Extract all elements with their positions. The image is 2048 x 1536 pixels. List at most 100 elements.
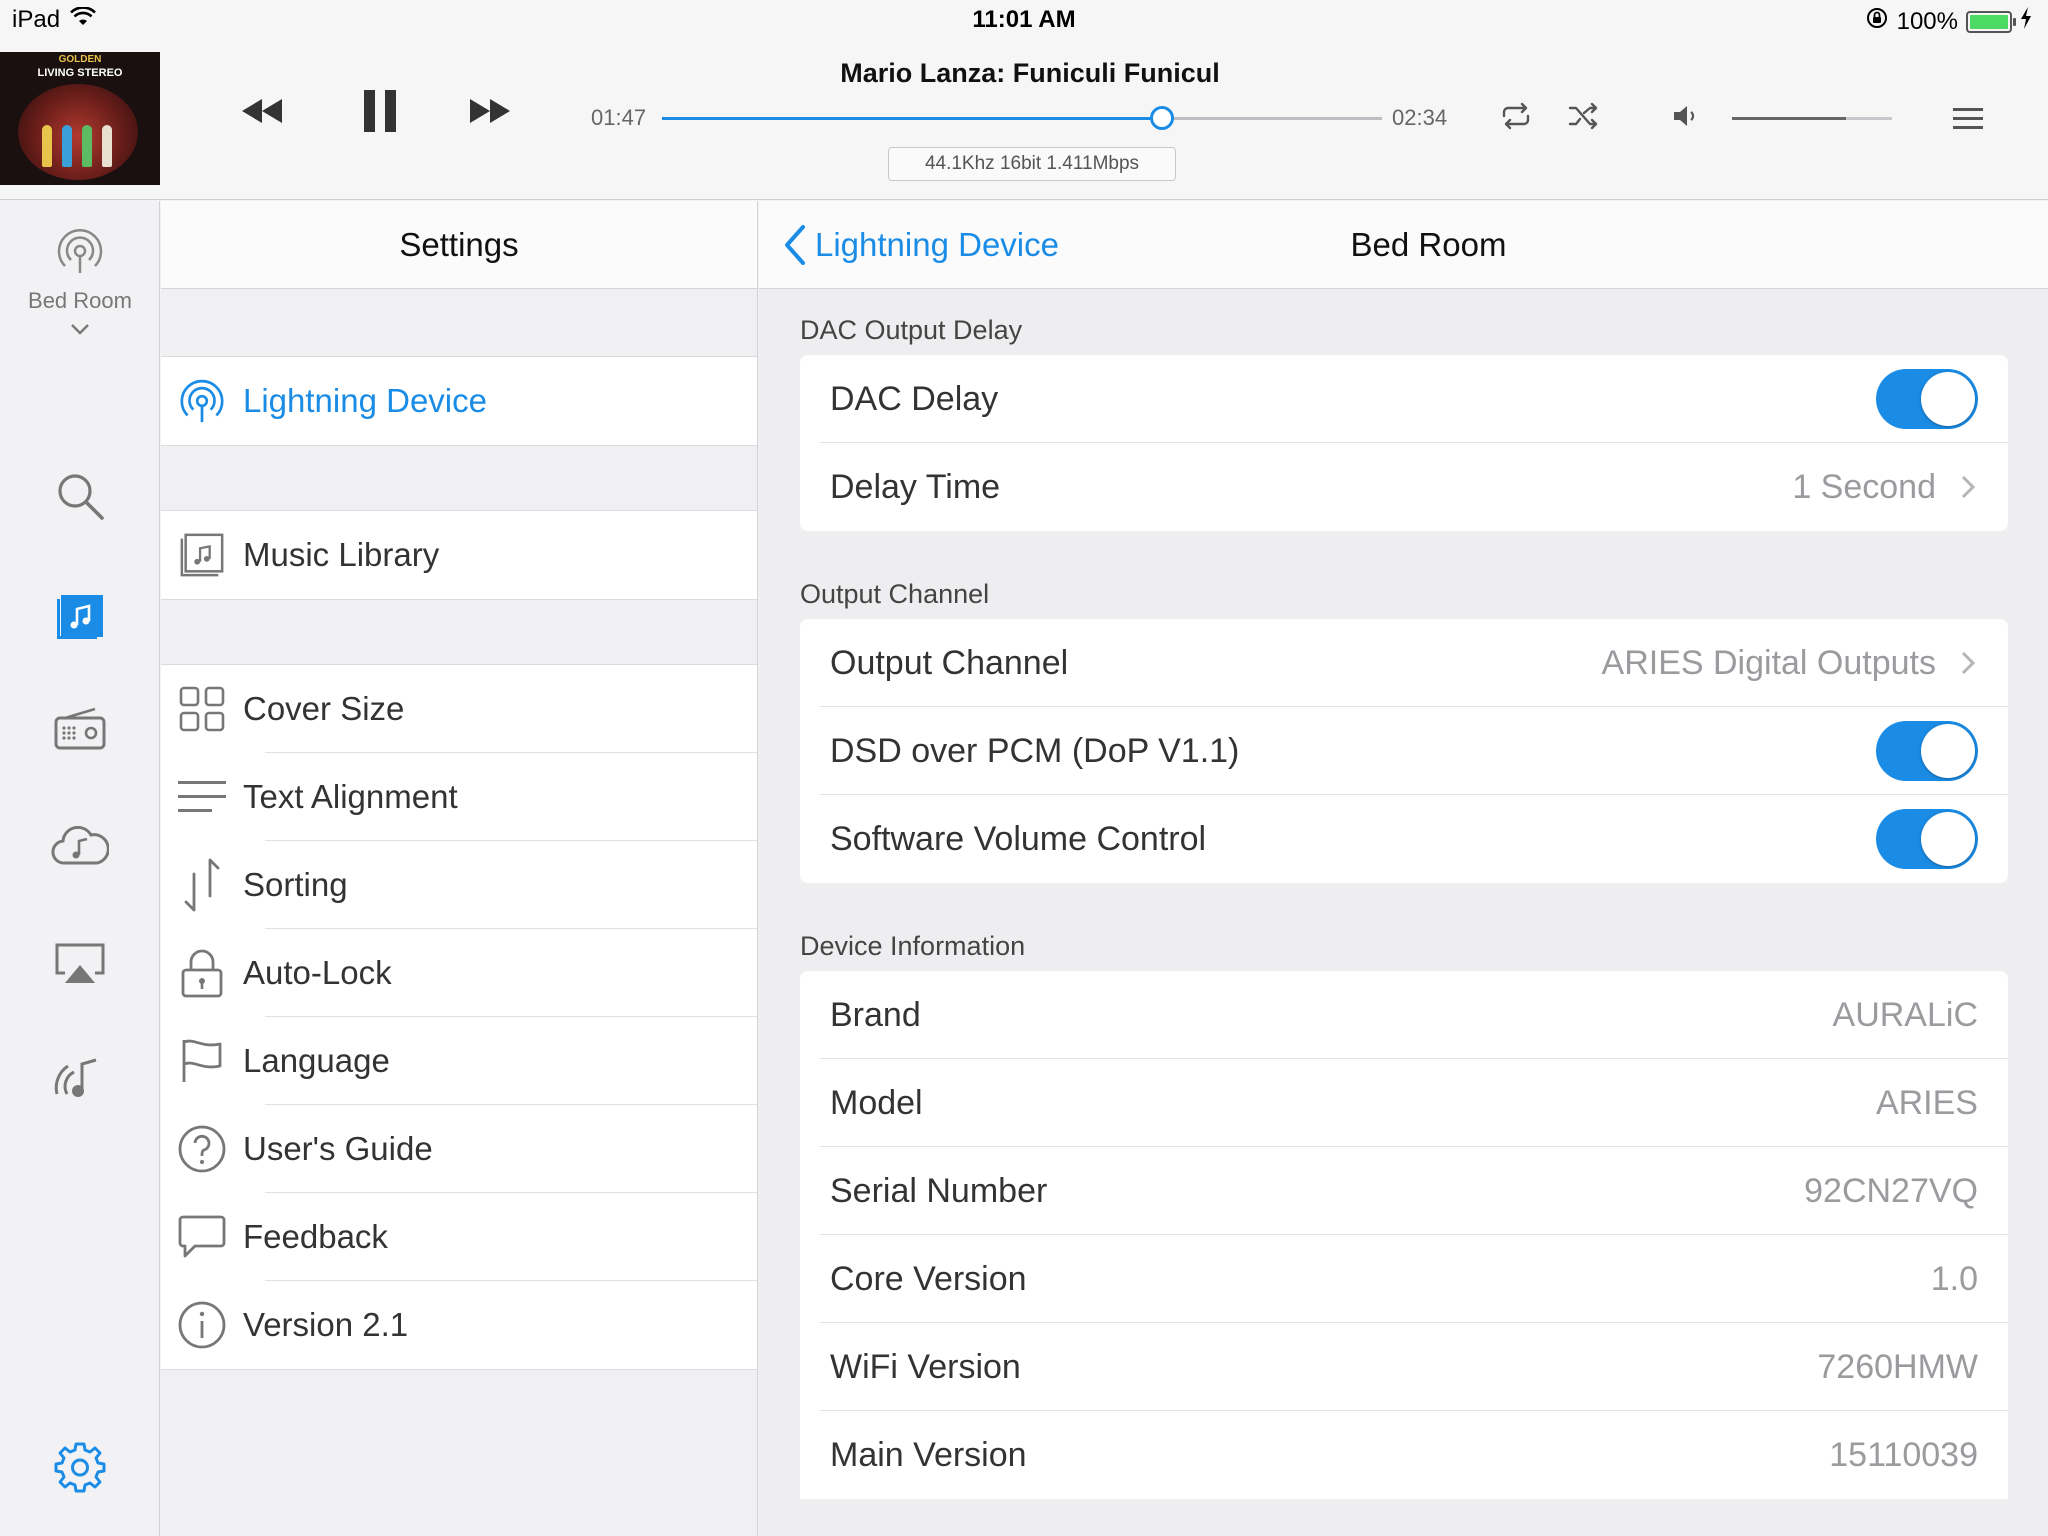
streaming-icon (180, 379, 224, 423)
software-volume-row: Software Volume Control (800, 795, 2008, 883)
info-row-brand: Brand AURALiC (800, 971, 2008, 1059)
help-icon (178, 1125, 226, 1173)
album-art-caption: LIVING STEREO (37, 67, 123, 79)
airplay-nav[interactable] (0, 941, 160, 987)
detail-header: Bed Room Lightning Device (759, 201, 2048, 289)
rotation-lock-icon (1865, 6, 1889, 37)
music-library-icon (180, 533, 224, 577)
info-row-serial-number: Serial Number 92CN27VQ (800, 1147, 2008, 1235)
settings-title: Settings (161, 201, 757, 289)
album-art[interactable]: GOLDEN LIVING STEREO (0, 52, 160, 185)
output-channel-row[interactable]: Output Channel ARIES Digital Outputs (800, 619, 2008, 707)
settings-item-label: Music Library (243, 536, 440, 573)
music-library-nav[interactable] (0, 591, 160, 641)
dop-toggle[interactable] (1876, 721, 1978, 781)
volume-slider[interactable] (1732, 117, 1892, 120)
radio-icon (54, 707, 106, 750)
track-title: Mario Lanza: Funiculi Funicul (840, 58, 1220, 88)
search-nav[interactable] (0, 469, 160, 523)
row-value: 15110039 (1829, 1435, 1978, 1474)
cloud-music-icon (51, 825, 109, 865)
row-label: Core Version (830, 1259, 1027, 1298)
elapsed-time: 01:47 (591, 105, 647, 130)
settings-item-label: Lightning Device (243, 382, 487, 419)
settings-item-label: Version 2.1 (243, 1306, 409, 1343)
row-label: Main Version (830, 1435, 1027, 1474)
repeat-button[interactable] (1500, 102, 1532, 135)
now-playing-bar: GOLDEN LIVING STEREO Mario Lanza: Funicu… (0, 40, 2048, 200)
settings-item-cover-size[interactable]: Cover Size (161, 665, 757, 753)
pause-icon (364, 90, 396, 132)
dac-delay-row: DAC Delay (800, 355, 2008, 443)
pause-button[interactable] (362, 90, 398, 137)
dac-delay-toggle[interactable] (1876, 369, 1978, 429)
settings-item-label: Feedback (243, 1218, 388, 1255)
zone-selector[interactable]: Bed Room (0, 225, 160, 341)
total-time: 02:34 (1392, 105, 1448, 130)
info-row-wifi-version: WiFi Version 7260HMW (800, 1323, 2008, 1411)
settings-item-label: Sorting (243, 866, 348, 903)
rewind-button[interactable] (238, 95, 286, 132)
radio-nav[interactable] (0, 706, 160, 752)
section-header-device-information: Device Information (800, 931, 1026, 961)
fast-forward-icon (470, 99, 510, 123)
settings-item-language[interactable]: Language (161, 1017, 757, 1105)
row-label: WiFi Version (830, 1347, 1021, 1386)
settings-item-label: User's Guide (243, 1130, 433, 1167)
lock-icon (181, 949, 223, 998)
settings-nav[interactable] (0, 1441, 160, 1493)
progress-fill (662, 117, 1163, 120)
menu-button[interactable] (1953, 106, 1983, 135)
chevron-left-icon (785, 225, 805, 265)
settings-item-auto-lock[interactable]: Auto-Lock (161, 929, 757, 1017)
chat-icon (178, 1215, 226, 1258)
section-header-dac-output-delay: DAC Output Delay (800, 315, 1023, 345)
back-button[interactable]: Lightning Device (783, 201, 1059, 289)
wireless-music-nav[interactable] (0, 1056, 160, 1102)
settings-item-label: Auto-Lock (243, 954, 392, 991)
shuffle-button[interactable] (1568, 102, 1600, 135)
settings-item-label: Language (243, 1042, 390, 1079)
settings-item-label: Cover Size (243, 690, 405, 727)
cloud-music-nav[interactable] (0, 823, 160, 867)
delay-time-row[interactable]: Delay Time 1 Second (800, 443, 2008, 531)
rewind-icon (242, 99, 282, 123)
settings-item-label: Text Alignment (243, 778, 458, 815)
software-volume-toggle[interactable] (1876, 809, 1978, 869)
volume-icon (1674, 106, 1695, 126)
menu-icon (1953, 108, 1983, 129)
repeat-icon (1502, 102, 1530, 130)
flag-icon (182, 1039, 222, 1082)
info-row-main-version: Main Version 15110039 (800, 1411, 2008, 1499)
section-header-output-channel: Output Channel (800, 579, 990, 609)
row-label: Delay Time (830, 467, 1001, 506)
back-button-label: Lightning Device (815, 226, 1059, 263)
settings-item-sorting[interactable]: Sorting (161, 841, 757, 929)
row-value: 92CN27VQ (1804, 1171, 1978, 1210)
row-label: Model (830, 1083, 923, 1122)
settings-item-feedback[interactable]: Feedback (161, 1193, 757, 1281)
settings-item-users-guide[interactable]: User's Guide (161, 1105, 757, 1193)
settings-item-text-alignment[interactable]: Text Alignment (161, 753, 757, 841)
dop-row: DSD over PCM (DoP V1.1) (800, 707, 2008, 795)
progress-slider[interactable] (662, 106, 1382, 130)
row-value: ARIES (1875, 1083, 1978, 1122)
airplay-icon (55, 943, 105, 983)
grid-icon (179, 686, 225, 732)
row-label: Brand (830, 995, 921, 1034)
settings-item-music-library[interactable]: Music Library (161, 511, 757, 599)
gear-icon (54, 1442, 106, 1493)
volume-fill (1732, 117, 1846, 120)
row-label: Software Volume Control (830, 819, 1207, 858)
fast-forward-button[interactable] (466, 95, 514, 132)
zone-label: Bed Room (28, 288, 132, 313)
battery-percent: 100% (1896, 7, 1958, 35)
dac-delay-card: DAC Delay Delay Time 1 Second (800, 355, 2008, 531)
settings-item-lightning-device[interactable]: Lightning Device (161, 357, 757, 445)
info-row-core-version: Core Version 1.0 (800, 1235, 2008, 1323)
progress-knob[interactable] (1150, 106, 1175, 130)
volume-button[interactable] (1672, 104, 1700, 133)
row-label: Serial Number (830, 1171, 1048, 1210)
settings-item-version[interactable]: Version 2.1 (161, 1281, 757, 1369)
wireless-music-icon (54, 1058, 97, 1097)
